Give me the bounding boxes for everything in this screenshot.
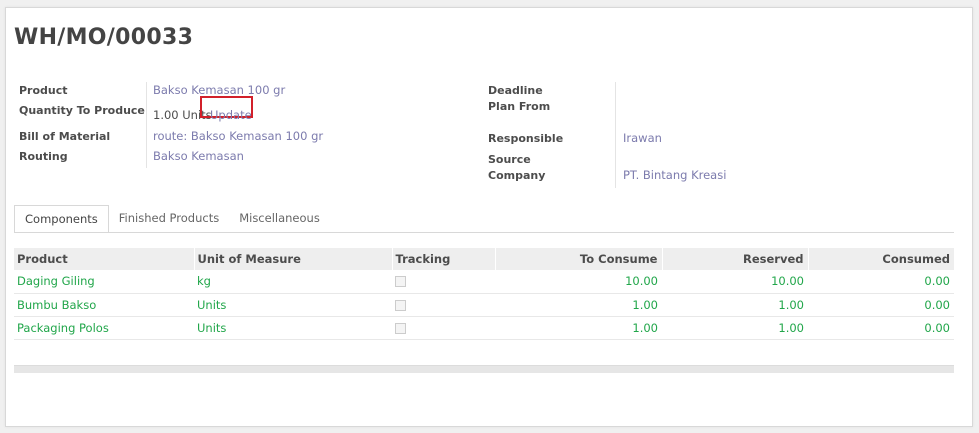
- record-title: WH/MO/00033: [14, 25, 194, 50]
- column-header-to-consume[interactable]: To Consume: [494, 248, 662, 270]
- table-header-row: Product Unit of Measure Tracking To Cons…: [14, 248, 954, 270]
- column-header-uom[interactable]: Unit of Measure: [193, 248, 392, 270]
- components-table: Product Unit of Measure Tracking To Cons…: [14, 248, 954, 340]
- tab-underline: [14, 232, 954, 233]
- row-product[interactable]: Daging Giling: [14, 270, 194, 293]
- row-tracking: [392, 270, 495, 293]
- table-row[interactable]: Daging Giling kg 10.00 10.00 0.00: [14, 270, 954, 293]
- product-value[interactable]: Bakso Kemasan 100 gr: [153, 83, 285, 97]
- bom-value[interactable]: route: Bakso Kemasan 100 gr: [153, 129, 323, 143]
- row-uom[interactable]: Units: [194, 293, 392, 316]
- column-header-product[interactable]: Product: [14, 248, 194, 270]
- source-label: Source: [488, 153, 531, 166]
- table-footer: [14, 365, 954, 373]
- row-to-consume[interactable]: 1.00: [495, 316, 662, 339]
- row-tracking: [392, 316, 495, 339]
- tracking-checkbox[interactable]: [395, 299, 406, 311]
- table-row[interactable]: Bumbu Bakso Units 1.00 1.00 0.00: [14, 293, 954, 316]
- tab-miscellaneous[interactable]: Miscellaneous: [229, 205, 330, 233]
- row-consumed[interactable]: 0.00: [808, 293, 954, 316]
- tab-components[interactable]: Components: [14, 205, 109, 233]
- row-reserved[interactable]: 1.00: [662, 316, 808, 339]
- routing-value[interactable]: Bakso Kemasan: [153, 149, 244, 163]
- column-header-reserved[interactable]: Reserved: [661, 248, 808, 270]
- tab-finished-products[interactable]: Finished Products: [109, 205, 229, 233]
- product-label: Product: [19, 84, 68, 97]
- responsible-label: Responsible: [488, 132, 564, 145]
- row-consumed[interactable]: 0.00: [808, 316, 954, 339]
- row-to-consume[interactable]: 1.00: [495, 293, 662, 316]
- notebook-tabs: Components Finished Products Miscellaneo…: [14, 205, 330, 233]
- row-reserved[interactable]: 10.00: [662, 270, 808, 293]
- update-button[interactable]: Update: [210, 108, 252, 122]
- bom-label: Bill of Material: [19, 130, 111, 143]
- row-uom[interactable]: kg: [194, 270, 392, 293]
- row-consumed[interactable]: 0.00: [808, 270, 954, 293]
- table-row[interactable]: Packaging Polos Units 1.00 1.00 0.00: [14, 316, 954, 339]
- plan-from-label: Plan From: [488, 100, 551, 113]
- routing-label: Routing: [19, 150, 68, 163]
- row-uom[interactable]: Units: [194, 316, 392, 339]
- company-label: Company: [488, 169, 546, 182]
- tracking-checkbox[interactable]: [395, 276, 406, 288]
- row-reserved[interactable]: 1.00: [662, 293, 808, 316]
- left-field-divider: [146, 82, 147, 168]
- quantity-label: Quantity To Produce: [19, 104, 145, 117]
- row-tracking: [392, 293, 495, 316]
- company-value[interactable]: PT. Bintang Kreasi: [623, 168, 726, 182]
- tracking-checkbox[interactable]: [395, 322, 406, 334]
- column-header-tracking[interactable]: Tracking: [391, 248, 495, 270]
- right-field-divider: [615, 82, 616, 188]
- column-header-consumed[interactable]: Consumed: [807, 248, 954, 270]
- responsible-value[interactable]: Irawan: [623, 131, 662, 145]
- row-to-consume[interactable]: 10.00: [495, 270, 662, 293]
- deadline-label: Deadline: [488, 84, 543, 97]
- row-product[interactable]: Packaging Polos: [14, 316, 194, 339]
- row-product[interactable]: Bumbu Bakso: [14, 293, 194, 316]
